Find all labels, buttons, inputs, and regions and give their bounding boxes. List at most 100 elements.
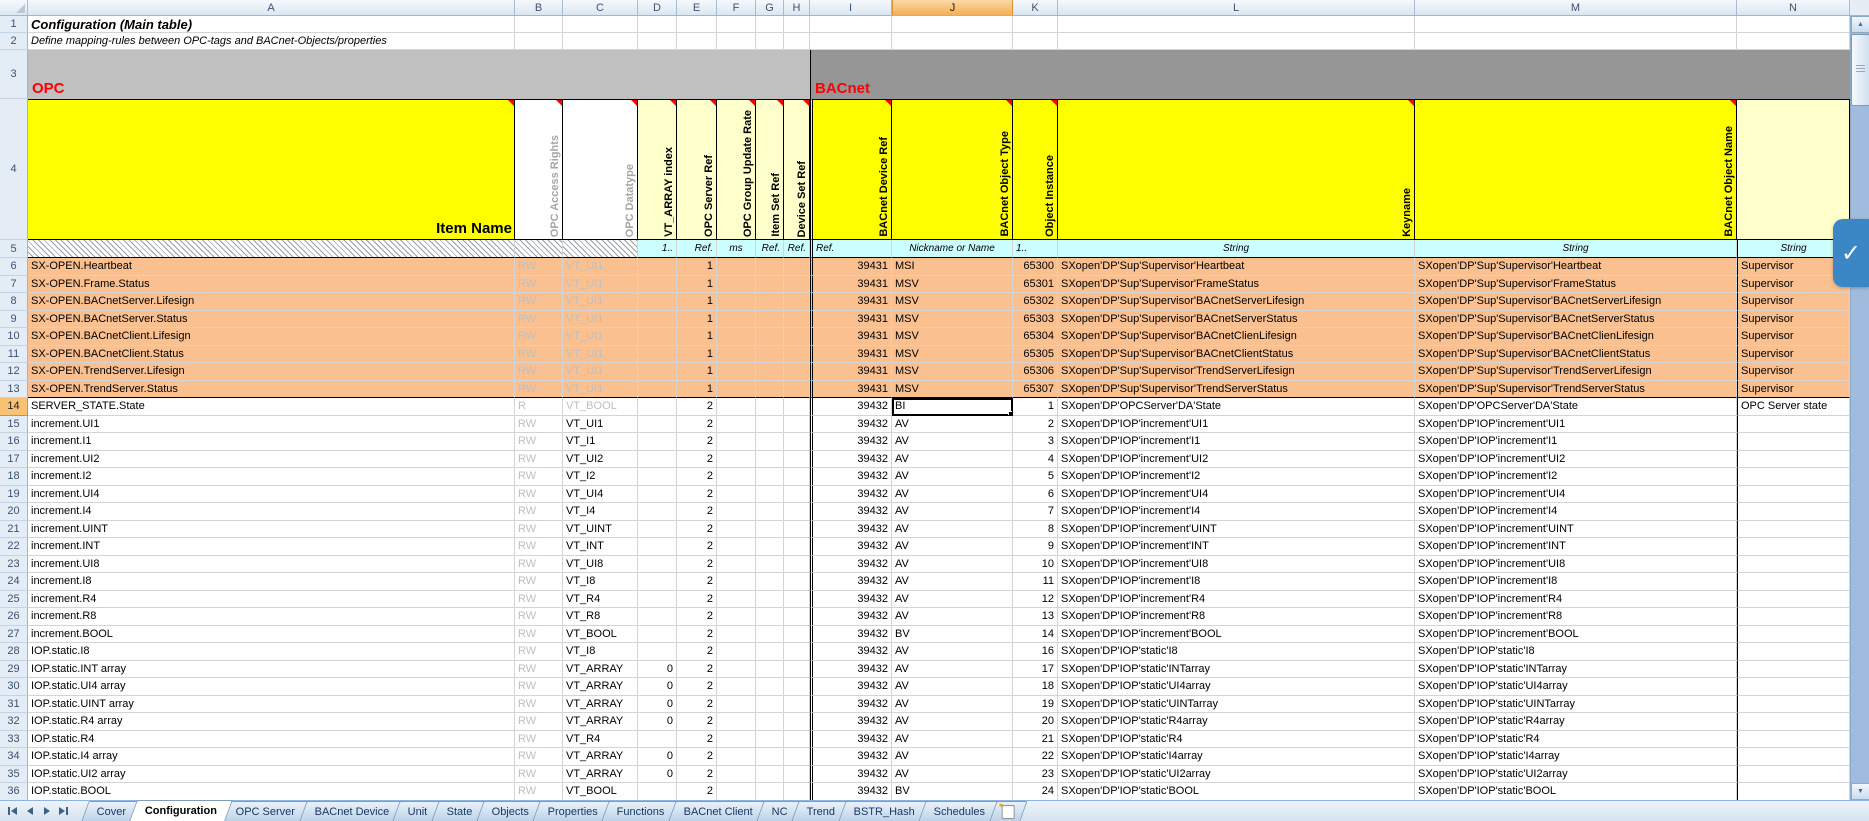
column-title-J[interactable]: BACnet Object Type bbox=[892, 99, 1013, 240]
cell-J27[interactable]: BV bbox=[892, 626, 1013, 644]
cell-K12[interactable]: 65306 bbox=[1013, 363, 1058, 381]
cell-K19[interactable]: 6 bbox=[1013, 486, 1058, 504]
cell-I31[interactable]: 39432 bbox=[810, 696, 892, 714]
cell-A22[interactable]: increment.INT bbox=[28, 538, 515, 556]
cell-M28[interactable]: SXopen'DP'IOP'static'I8 bbox=[1415, 643, 1737, 661]
cell-A14[interactable]: SERVER_STATE.State bbox=[28, 398, 515, 416]
cell-I17[interactable]: 39432 bbox=[810, 451, 892, 469]
cell-I8[interactable]: 39431 bbox=[810, 293, 892, 311]
grid-cell[interactable] bbox=[892, 33, 1013, 50]
grid-cell[interactable] bbox=[677, 16, 717, 33]
cell-K10[interactable]: 65304 bbox=[1013, 328, 1058, 346]
fill-handle[interactable] bbox=[1008, 411, 1013, 416]
cell-I9[interactable]: 39431 bbox=[810, 311, 892, 329]
cell-A24[interactable]: increment.I8 bbox=[28, 573, 515, 591]
cell-G11[interactable] bbox=[756, 346, 784, 364]
cell-H13[interactable] bbox=[784, 381, 810, 399]
cell-E25[interactable]: 2 bbox=[677, 591, 717, 609]
cell-N36[interactable] bbox=[1737, 783, 1850, 801]
cell-D23[interactable] bbox=[638, 556, 677, 574]
cell-D21[interactable] bbox=[638, 521, 677, 539]
grid-cell[interactable] bbox=[563, 33, 638, 50]
cell-G29[interactable] bbox=[756, 661, 784, 679]
cell-A32[interactable]: IOP.static.R4 array bbox=[28, 713, 515, 731]
column-header-F[interactable]: F bbox=[717, 0, 756, 15]
cell-L6[interactable]: SXopen'DP'Sup'Supervisor'Heartbeat bbox=[1058, 258, 1415, 276]
cell-C28[interactable]: VT_I8 bbox=[563, 643, 638, 661]
cell-C31[interactable]: VT_ARRAY bbox=[563, 696, 638, 714]
cell-B32[interactable]: RW bbox=[515, 713, 563, 731]
cell-C16[interactable]: VT_I1 bbox=[563, 433, 638, 451]
cell-L15[interactable]: SXopen'DP'IOP'increment'UI1 bbox=[1058, 416, 1415, 434]
cell-G8[interactable] bbox=[756, 293, 784, 311]
cell-L33[interactable]: SXopen'DP'IOP'static'R4 bbox=[1058, 731, 1415, 749]
cell-N16[interactable] bbox=[1737, 433, 1850, 451]
cell-A15[interactable]: increment.UI1 bbox=[28, 416, 515, 434]
cell-E29[interactable]: 2 bbox=[677, 661, 717, 679]
cell-B11[interactable]: RW bbox=[515, 346, 563, 364]
cell-N18[interactable] bbox=[1737, 468, 1850, 486]
row-header-11[interactable]: 11 bbox=[0, 346, 28, 364]
cell-K7[interactable]: 65301 bbox=[1013, 276, 1058, 294]
cell-D14[interactable] bbox=[638, 398, 677, 416]
row-header-27[interactable]: 27 bbox=[0, 626, 28, 644]
column-header-B[interactable]: B bbox=[515, 0, 563, 15]
cell-D25[interactable] bbox=[638, 591, 677, 609]
cell-C9[interactable]: VT_UI1 bbox=[563, 311, 638, 329]
cell-K15[interactable]: 2 bbox=[1013, 416, 1058, 434]
cell-I12[interactable]: 39431 bbox=[810, 363, 892, 381]
cell-L12[interactable]: SXopen'DP'Sup'Supervisor'TrendServerLife… bbox=[1058, 363, 1415, 381]
cell-C19[interactable]: VT_UI4 bbox=[563, 486, 638, 504]
cell-F7[interactable] bbox=[717, 276, 756, 294]
cell-J6[interactable]: MSI bbox=[892, 258, 1013, 276]
column-title-H[interactable]: Device Set Ref bbox=[784, 99, 810, 240]
prev-sheet-icon[interactable] bbox=[21, 803, 38, 819]
cell-D15[interactable] bbox=[638, 416, 677, 434]
cell-K21[interactable]: 8 bbox=[1013, 521, 1058, 539]
cell-K24[interactable]: 11 bbox=[1013, 573, 1058, 591]
cell-L18[interactable]: SXopen'DP'IOP'increment'I2 bbox=[1058, 468, 1415, 486]
row-header-5[interactable]: 5 bbox=[0, 240, 28, 258]
cell-L7[interactable]: SXopen'DP'Sup'Supervisor'FrameStatus bbox=[1058, 276, 1415, 294]
cell-N31[interactable] bbox=[1737, 696, 1850, 714]
cell-C23[interactable]: VT_UI8 bbox=[563, 556, 638, 574]
column-title-N[interactable] bbox=[1737, 99, 1850, 240]
grid-cell[interactable] bbox=[756, 33, 784, 50]
grid-cell[interactable] bbox=[756, 16, 784, 33]
cell-G14[interactable] bbox=[756, 398, 784, 416]
cell-J30[interactable]: AV bbox=[892, 678, 1013, 696]
cell-K29[interactable]: 17 bbox=[1013, 661, 1058, 679]
cell-D19[interactable] bbox=[638, 486, 677, 504]
cell-C32[interactable]: VT_ARRAY bbox=[563, 713, 638, 731]
cell-L22[interactable]: SXopen'DP'IOP'increment'INT bbox=[1058, 538, 1415, 556]
cell-M18[interactable]: SXopen'DP'IOP'increment'I2 bbox=[1415, 468, 1737, 486]
cell-H10[interactable] bbox=[784, 328, 810, 346]
row-header-25[interactable]: 25 bbox=[0, 591, 28, 609]
scroll-up-arrow-icon[interactable]: ▲ bbox=[1851, 16, 1869, 33]
cell-G13[interactable] bbox=[756, 381, 784, 399]
grid-cell[interactable] bbox=[563, 16, 638, 33]
cell-J9[interactable]: MSV bbox=[892, 311, 1013, 329]
cell-K6[interactable]: 65300 bbox=[1013, 258, 1058, 276]
cell-J22[interactable]: AV bbox=[892, 538, 1013, 556]
cell-L26[interactable]: SXopen'DP'IOP'increment'R8 bbox=[1058, 608, 1415, 626]
cell-B10[interactable]: RW bbox=[515, 328, 563, 346]
cell-L23[interactable]: SXopen'DP'IOP'increment'UI8 bbox=[1058, 556, 1415, 574]
column-header-G[interactable]: G bbox=[756, 0, 784, 15]
cell-E30[interactable]: 2 bbox=[677, 678, 717, 696]
cell-B21[interactable]: RW bbox=[515, 521, 563, 539]
cell-K33[interactable]: 21 bbox=[1013, 731, 1058, 749]
cell-F17[interactable] bbox=[717, 451, 756, 469]
cell-A33[interactable]: IOP.static.R4 bbox=[28, 731, 515, 749]
cell-G12[interactable] bbox=[756, 363, 784, 381]
grid-cell[interactable]: 1.. bbox=[1013, 240, 1058, 258]
grid-cell[interactable] bbox=[1013, 16, 1058, 33]
check-overlay-button[interactable]: ✓ bbox=[1833, 219, 1869, 287]
row-header-10[interactable]: 10 bbox=[0, 328, 28, 346]
cell-H33[interactable] bbox=[784, 731, 810, 749]
cell-D29[interactable]: 0 bbox=[638, 661, 677, 679]
cell-C12[interactable]: VT_UI1 bbox=[563, 363, 638, 381]
cell-M9[interactable]: SXopen'DP'Sup'Supervisor'BACnetServerSta… bbox=[1415, 311, 1737, 329]
cell-E13[interactable]: 1 bbox=[677, 381, 717, 399]
cell-E19[interactable]: 2 bbox=[677, 486, 717, 504]
